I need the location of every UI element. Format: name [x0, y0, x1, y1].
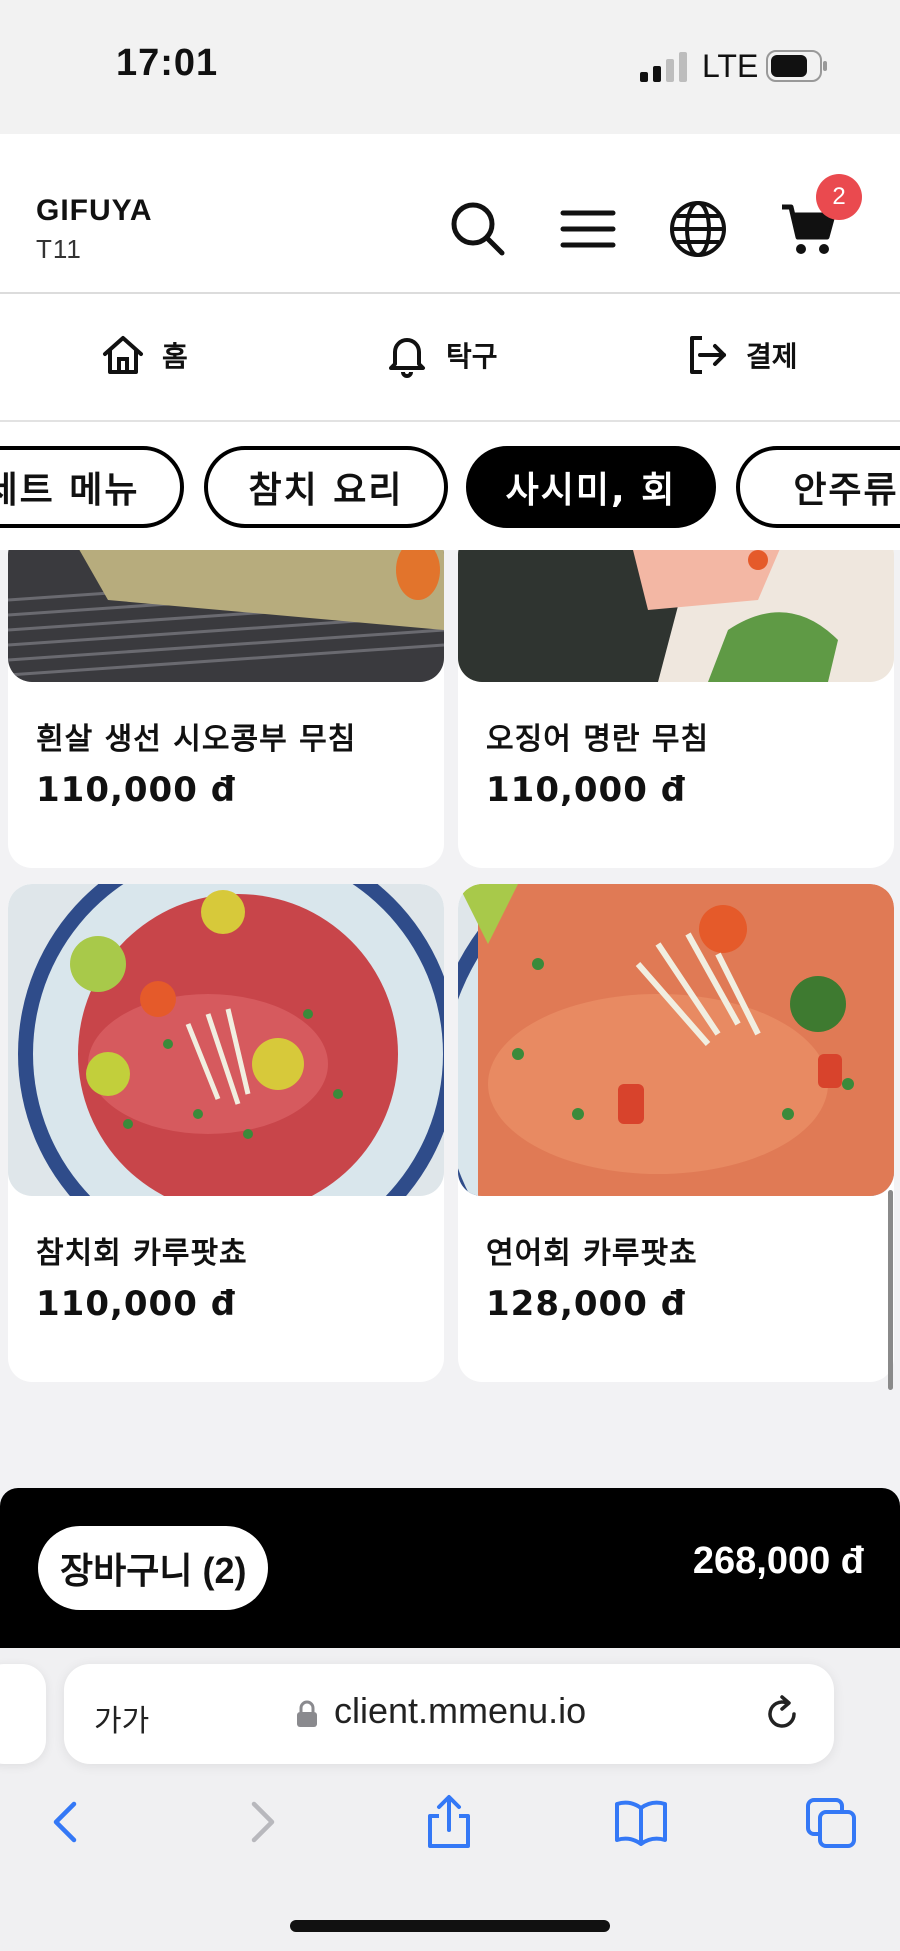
- previous-tab-peek[interactable]: [0, 1664, 46, 1764]
- cart-count-badge: 2: [816, 174, 862, 220]
- sign-out-icon: [690, 336, 726, 374]
- category-chip-appetizers[interactable]: 안주류: [736, 446, 900, 528]
- menu-item-name: 흰살 생선 시오콩부 무침: [36, 722, 357, 757]
- menu-item-card[interactable]: 참치회 카루팟쵸 110,000 đ: [8, 884, 444, 1382]
- reload-icon[interactable]: [760, 1692, 804, 1736]
- nav-checkout-label: 결제: [746, 340, 798, 373]
- bookmarks-icon[interactable]: [614, 1794, 668, 1850]
- menu-item-price: 128,000 đ: [486, 1284, 687, 1324]
- home-icon: [103, 336, 143, 374]
- menu-item-price: 110,000 đ: [486, 770, 687, 810]
- network-label: LTE: [702, 48, 759, 84]
- menu-item-image: [8, 884, 444, 1274]
- nav-home-label: 홈: [162, 340, 188, 373]
- category-chip-sashimi[interactable]: 사시미, 회: [466, 446, 716, 528]
- back-icon[interactable]: [40, 1794, 94, 1850]
- menu-item-price: 110,000 đ: [36, 770, 237, 810]
- app-header: GIFUYA T11 2: [0, 134, 900, 294]
- category-chip-tuna[interactable]: 참치 요리: [204, 446, 448, 528]
- menu-item-name: 연어회 카루팟쵸: [486, 1236, 698, 1271]
- nav-call-staff[interactable]: 탁구: [384, 330, 498, 380]
- menu-item-card[interactable]: 흰살 생선 시오콩부 무침 110,000 đ: [8, 550, 444, 868]
- share-icon[interactable]: [422, 1794, 476, 1850]
- bottom-nav-tabs: 홈 탁구 결제: [0, 294, 900, 422]
- nav-home[interactable]: 홈: [100, 330, 188, 380]
- status-time: 17:01: [116, 42, 219, 84]
- search-icon[interactable]: [448, 199, 508, 259]
- cart-summary-bar[interactable]: 장바구니 (2) 268,000 đ: [0, 1488, 900, 1648]
- signal-icon: [640, 52, 687, 82]
- home-indicator: [290, 1920, 610, 1932]
- lock-icon: [297, 1700, 317, 1727]
- menu-item-image: [8, 550, 444, 682]
- menu-grid: 흰살 생선 시오콩부 무침 110,000 đ 오징어 명란 무침 110,00…: [0, 550, 900, 1490]
- nav-checkout[interactable]: 결제: [684, 330, 798, 380]
- category-chips: 세트 메뉴 참치 요리 사시미, 회 안주류: [0, 422, 900, 550]
- browser-toolbar: 가가 client.mmenu.io: [0, 1648, 900, 1951]
- menu-item-price: 110,000 đ: [36, 1284, 237, 1324]
- category-chip-set-menu[interactable]: 세트 메뉴: [0, 446, 184, 528]
- cart-total: 268,000 đ: [692, 1540, 864, 1582]
- table-code: T11: [36, 234, 82, 264]
- forward-icon[interactable]: [234, 1794, 288, 1850]
- tabs-icon[interactable]: [804, 1794, 858, 1850]
- menu-item-image: [458, 550, 894, 682]
- address-bar[interactable]: 가가 client.mmenu.io: [64, 1664, 834, 1764]
- menu-icon[interactable]: [558, 199, 618, 259]
- battery-icon: [766, 50, 827, 82]
- text-size-button[interactable]: 가가: [94, 1696, 149, 1740]
- nav-call-staff-label: 탁구: [446, 340, 498, 373]
- url-text[interactable]: client.mmenu.io: [334, 1690, 586, 1732]
- restaurant-name: GIFUYA: [36, 194, 153, 227]
- scrollbar[interactable]: [888, 1190, 893, 1390]
- bell-icon: [389, 338, 425, 378]
- menu-item-name: 참치회 카루팟쵸: [36, 1236, 248, 1271]
- view-cart-button[interactable]: 장바구니 (2): [38, 1526, 269, 1610]
- menu-item-card[interactable]: 연어회 카루팟쵸 128,000 đ: [458, 884, 894, 1382]
- menu-item-name: 오징어 명란 무침: [486, 722, 710, 757]
- globe-icon[interactable]: [668, 199, 728, 259]
- menu-item-image: [458, 884, 894, 1344]
- status-bar: 17:01 LTE: [0, 0, 900, 134]
- menu-item-card[interactable]: 오징어 명란 무침 110,000 đ: [458, 550, 894, 868]
